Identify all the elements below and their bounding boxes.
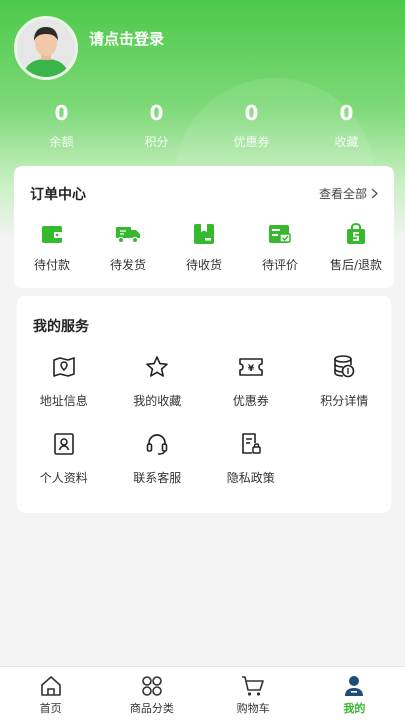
order-item-label: 待发货 (109, 258, 146, 272)
map-icon (52, 357, 75, 377)
tab-profile[interactable]: 我的 (304, 667, 405, 720)
truck-icon (116, 227, 140, 244)
star-icon (146, 356, 169, 377)
login-prompt[interactable]: 请点击登录 (89, 28, 164, 49)
stat-value: 0 (149, 101, 164, 125)
service-coupons[interactable]: ¥ 优惠券 (204, 354, 298, 409)
service-label: 联系客服 (133, 471, 182, 485)
service-points-detail[interactable]: 积分详情 (298, 354, 392, 409)
tab-categories[interactable]: 商品分类 (101, 667, 202, 720)
service-address[interactable]: 地址信息 (17, 354, 111, 409)
order-center-title: 订单中心 (30, 187, 86, 203)
stat-value: 0 (244, 101, 259, 125)
privacy-doc-icon (241, 433, 261, 454)
order-status-row: 待付款 待发货 待收货 待评价 售后/退款 (14, 222, 394, 273)
tab-label: 我的 (343, 702, 366, 715)
services-grid: 地址信息 我的收藏 ¥ 优惠券 积分详情 个人资料 联系客服 隐私政策 (17, 354, 391, 486)
tab-label: 购物车 (236, 702, 270, 715)
stat-value: 0 (339, 101, 354, 125)
user-icon (345, 676, 364, 696)
tab-label: 首页 (39, 702, 62, 715)
service-label: 个人资料 (39, 471, 88, 485)
id-card-icon (53, 433, 74, 455)
category-icon (142, 676, 162, 696)
stat-favorites[interactable]: 0 收藏 (299, 100, 394, 150)
tab-home[interactable]: 首页 (0, 667, 101, 720)
bottom-tab-bar: 首页 商品分类 购物车 我的 (0, 666, 405, 720)
stat-balance[interactable]: 0 余额 (14, 100, 109, 150)
stat-coupons[interactable]: 0 优惠券 (204, 100, 299, 150)
services-title: 我的服务 (33, 319, 89, 335)
service-label: 优惠券 (232, 394, 269, 408)
package-icon (194, 224, 214, 244)
tab-cart[interactable]: 购物车 (203, 667, 304, 720)
service-label: 我的收藏 (133, 394, 182, 408)
stat-label: 余额 (49, 135, 74, 149)
coins-icon (334, 355, 355, 378)
stat-label: 优惠券 (233, 135, 270, 149)
service-label: 隐私政策 (226, 471, 275, 485)
headset-icon (146, 434, 168, 455)
default-avatar-icon (17, 19, 75, 77)
avatar[interactable] (14, 16, 78, 80)
order-after-sales[interactable]: 售后/退款 (318, 222, 394, 273)
coupon-icon: ¥ (238, 358, 263, 376)
account-stats: 0 余额 0 积分 0 优惠券 0 收藏 (14, 100, 394, 150)
order-item-label: 待付款 (33, 258, 70, 272)
services-card: 我的服务 地址信息 我的收藏 ¥ 优惠券 积分详情 个人资料 联系客服 隐私政策 (17, 296, 391, 513)
service-label: 积分详情 (320, 394, 369, 408)
service-label: 地址信息 (39, 394, 88, 408)
shopping-bag-icon (347, 223, 365, 244)
chevron-right-icon (371, 188, 378, 199)
stat-value: 0 (54, 101, 69, 125)
stat-points[interactable]: 0 积分 (109, 100, 204, 150)
order-pending-shipment[interactable]: 待发货 (90, 222, 166, 273)
review-icon (269, 225, 291, 243)
service-privacy-policy[interactable]: 隐私政策 (204, 431, 298, 486)
order-pending-receipt[interactable]: 待收货 (166, 222, 242, 273)
view-all-label: 查看全部 (318, 187, 367, 201)
service-favorites[interactable]: 我的收藏 (111, 354, 205, 409)
order-item-label: 待收货 (185, 258, 222, 272)
service-profile[interactable]: 个人资料 (17, 431, 111, 486)
tab-label: 商品分类 (129, 702, 174, 715)
service-customer-support[interactable]: 联系客服 (111, 431, 205, 486)
wallet-icon (42, 226, 62, 243)
order-item-label: 售后/退款 (329, 258, 383, 272)
stat-label: 收藏 (334, 135, 359, 149)
order-pending-payment[interactable]: 待付款 (14, 222, 90, 273)
order-center-card: 订单中心 查看全部 待付款 待发货 待收货 待评价 售后/退款 (14, 166, 394, 288)
home-icon (40, 676, 61, 696)
cart-icon (242, 676, 264, 696)
svg-text:¥: ¥ (248, 364, 255, 374)
stat-label: 积分 (144, 135, 169, 149)
order-item-label: 待评价 (261, 258, 298, 272)
view-all-orders-link[interactable]: 查看全部 (319, 185, 378, 202)
order-pending-review[interactable]: 待评价 (242, 222, 318, 273)
